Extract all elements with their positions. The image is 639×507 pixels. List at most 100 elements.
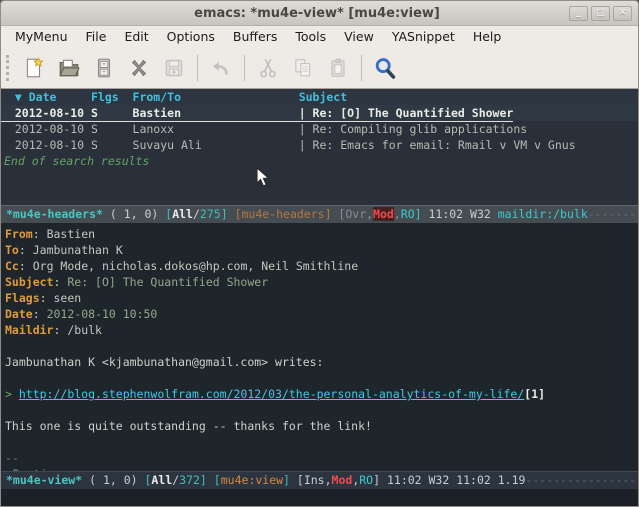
- message-field-subject: Subject: Re: [O] The Quantified Shower: [5, 274, 638, 290]
- menu-item-view[interactable]: View: [335, 27, 383, 46]
- toolbar-separator: [361, 55, 362, 81]
- message-field-cc: Cc: Org Mode, nicholas.dokos@hp.com, Nei…: [5, 258, 638, 274]
- field-value: Bastien: [47, 227, 95, 241]
- body-intro-line: Jambunathan K <kjambunathan@gmail.com> w…: [5, 354, 638, 370]
- cell-subject: | Re: Emacs for email: Rmail v VM v Gnus: [299, 137, 576, 153]
- mode-line-segment: [mu4e-headers]: [235, 207, 332, 221]
- emacs-frame: ▼ DateFlgsFrom/ToSubject 2012-08-10SBast…: [1, 89, 638, 506]
- field-label: Subject: [5, 275, 53, 289]
- mode-line-segment: ( 1, 0): [82, 473, 144, 487]
- undo-icon: [210, 57, 232, 79]
- field-label: From: [5, 227, 33, 241]
- headers-mode-line[interactable]: *mu4e-headers* ( 1, 0) [All/275] [mu4e-h…: [1, 205, 638, 223]
- menu-bar: MyMenu File Edit Options Buffers Tools V…: [1, 26, 638, 47]
- mode-line-segment: ]: [283, 473, 290, 487]
- mode-line-segment: RO: [359, 473, 373, 487]
- field-value: Re: [O] The Quantified Shower: [67, 275, 268, 289]
- link-reference: [1]: [524, 387, 545, 401]
- mode-line-segment: maildir:/bulk: [498, 207, 588, 221]
- cut-button[interactable]: [252, 52, 283, 83]
- menu-item-yasnippet[interactable]: YASnippet: [383, 27, 464, 46]
- kill-buffer-button[interactable]: [123, 52, 154, 83]
- mode-line-segment: ]: [373, 473, 380, 487]
- emacs-window: emacs: *mu4e-view* [mu4e:view] _ □ ✕ MyM…: [0, 0, 639, 507]
- mode-line-segment: 275: [200, 207, 221, 221]
- field-label: To: [5, 243, 19, 257]
- kill-buffer-icon: [128, 57, 150, 79]
- toolbar-drag-handle[interactable]: [6, 55, 10, 81]
- open-file-button[interactable]: [53, 52, 84, 83]
- menu-item-edit[interactable]: Edit: [115, 27, 157, 46]
- echo-area: [1, 489, 638, 506]
- view-mode-line[interactable]: *mu4e-view* ( 1, 0) [All/372] [mu4e:view…: [1, 471, 638, 489]
- cell-subject: | Re: [O] The Quantified Shower: [299, 105, 514, 121]
- mode-line-segment: 372: [179, 473, 200, 487]
- field-value: /bulk: [67, 323, 102, 337]
- body-quote-line: > http://blog.stephenwolfram.com/2012/03…: [5, 386, 638, 402]
- cell-date: 2012-08-10: [15, 105, 91, 121]
- window-buttons: _ □ ✕: [569, 6, 632, 21]
- body-remark-line: This one is quite outstanding -- thanks …: [5, 418, 638, 434]
- headers-row[interactable]: 2012-08-10SSuvayu Ali| Re: Emacs for ema…: [1, 137, 638, 153]
- field-label: Flags: [5, 291, 40, 305]
- menu-item-file[interactable]: File: [77, 27, 116, 46]
- menu-item-options[interactable]: Options: [158, 27, 224, 46]
- paste-icon: [327, 57, 349, 79]
- column-header-from[interactable]: From/To: [133, 89, 299, 105]
- mode-line-segment: 11:02 W32 11:02 1.19: [380, 473, 525, 487]
- cell-flags: S: [91, 137, 133, 153]
- sort-descending-icon: ▼: [15, 90, 22, 104]
- mode-line-segment: mu4e:view: [221, 473, 283, 487]
- paste-button[interactable]: [322, 52, 353, 83]
- minimize-button[interactable]: _: [569, 6, 588, 21]
- signature-separator: --: [5, 450, 638, 466]
- column-header-subject[interactable]: Subject: [299, 89, 347, 105]
- body-link[interactable]: http://blog.stephenwolfram.com/2012/03/t…: [19, 387, 524, 401]
- mode-line-segment: Mod: [373, 207, 394, 221]
- cell-from: Lanoxx: [133, 121, 299, 137]
- mode-line-segment: ----------------------------------------…: [525, 473, 638, 487]
- end-of-search-results: End of search results: [1, 153, 638, 169]
- open-file-icon: [58, 57, 80, 79]
- column-header-flags[interactable]: Flgs: [91, 89, 133, 105]
- column-header-date[interactable]: ▼ Date: [15, 89, 91, 105]
- message-field-from: From: Bastien: [5, 226, 638, 242]
- mode-line-segment: [Ovr,: [332, 207, 374, 221]
- mode-line-segment: RO: [401, 207, 415, 221]
- field-label: Date: [5, 307, 33, 321]
- message-field-flags: Flags: seen: [5, 290, 638, 306]
- headers-row-selected[interactable]: 2012-08-10SBastien| Re: [O] The Quantifi…: [1, 105, 638, 121]
- save-button[interactable]: [158, 52, 189, 83]
- menu-item-buffers[interactable]: Buffers: [224, 27, 286, 46]
- title-bar[interactable]: emacs: *mu4e-view* [mu4e:view] _ □ ✕: [1, 1, 638, 26]
- mode-line-segment: 11:02 W32: [422, 207, 498, 221]
- menu-item-tools[interactable]: Tools: [286, 27, 335, 46]
- field-value: Org Mode, nicholas.dokos@hp.com, Neil Sm…: [33, 259, 358, 273]
- menu-item-help[interactable]: Help: [464, 27, 511, 46]
- copy-icon: [292, 57, 314, 79]
- cell-subject: | Re: Compiling glib applications: [299, 121, 527, 137]
- mode-line-segment: ]: [221, 207, 228, 221]
- search-button[interactable]: [369, 52, 400, 83]
- toolbar-separator: [197, 55, 198, 81]
- tool-bar: [1, 47, 638, 89]
- mode-line-segment: ]: [200, 473, 207, 487]
- undo-button[interactable]: [205, 52, 236, 83]
- dired-button[interactable]: [88, 52, 119, 83]
- new-file-icon: [23, 57, 45, 79]
- mode-line-segment: [228, 207, 235, 221]
- window-title: emacs: *mu4e-view* [mu4e:view]: [65, 6, 569, 21]
- dired-icon: [93, 57, 115, 79]
- maximize-button[interactable]: □: [591, 6, 610, 21]
- headers-row[interactable]: 2012-08-10SLanoxx| Re: Compiling glib ap…: [1, 121, 638, 137]
- field-label: Maildir: [5, 323, 53, 337]
- mode-line-segment: [: [214, 473, 221, 487]
- mode-line-segment: ]: [415, 207, 422, 221]
- field-label: Cc: [5, 259, 19, 273]
- menu-item-mymenu[interactable]: MyMenu: [6, 27, 77, 46]
- mode-line-segment: *mu4e-headers*: [6, 207, 103, 221]
- new-file-button[interactable]: [18, 52, 49, 83]
- cut-icon: [257, 57, 279, 79]
- copy-button[interactable]: [287, 52, 318, 83]
- close-button[interactable]: ✕: [613, 6, 632, 21]
